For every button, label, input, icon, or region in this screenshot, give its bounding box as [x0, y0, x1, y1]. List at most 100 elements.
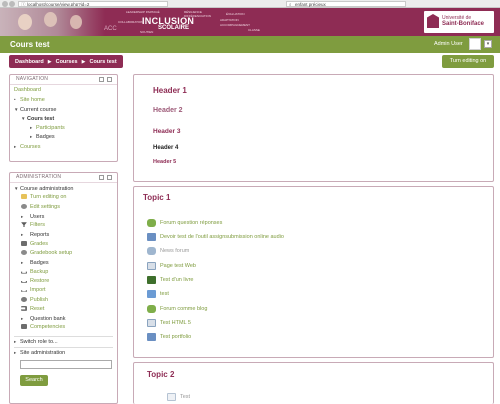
browser-toolbar: ⓘ localhost/course/view.php?id=2 ⌕ enfan…: [0, 0, 500, 8]
course-header-bar: Cours test Admin User ▾: [0, 36, 500, 53]
nav-item-dashboard[interactable]: Dashboard: [14, 86, 117, 95]
topic-2-section: Topic 2 Test: [133, 362, 494, 404]
activity-portfolio[interactable]: Test portfolio: [147, 333, 191, 343]
admin-search-input[interactable]: [20, 360, 112, 370]
banner-wordcloud: LEADERSHIP PARTAGÉ RÉSILIENCE ÉVALUATION…: [104, 10, 288, 34]
wordcloud-word: LEADERSHIP PARTAGÉ: [126, 10, 160, 14]
browser-search-field[interactable]: ⌕ enfant précieux: [286, 1, 406, 7]
breadcrumb-courses[interactable]: Courses: [56, 59, 78, 65]
competency-icon: [21, 324, 27, 330]
admin-item-gradebook-setup[interactable]: Gradebook setup: [14, 249, 117, 258]
activity-news-forum[interactable]: News forum: [147, 247, 189, 257]
forward-icon[interactable]: [9, 1, 15, 7]
wordcloud-scolaire: SCOLAIRE: [158, 25, 190, 31]
user-menu-toggle-icon[interactable]: ▾: [484, 40, 492, 48]
university-logo[interactable]: Université de Saint-Boniface: [424, 11, 494, 33]
administration-title: ADMINISTRATION: [16, 174, 62, 180]
activity-html5[interactable]: Test HTML 5: [147, 319, 191, 329]
back-icon[interactable]: [2, 1, 8, 7]
navigation-title: NAVIGATION: [16, 76, 49, 82]
activity-forum-question[interactable]: Forum question réponses: [147, 219, 222, 229]
navigation-block: NAVIGATION Dashboard • Site home ▼ Current…: [9, 74, 118, 162]
topic-2-title: Topic 2: [147, 370, 175, 379]
forum-icon: [147, 305, 156, 313]
activity-page-web[interactable]: Page test Web: [147, 262, 196, 272]
table-icon: [21, 240, 27, 246]
wordcloud-word: COLLABORATION: [118, 20, 144, 24]
nav-item-courses[interactable]: ▸ Courses: [14, 142, 117, 151]
admin-item-import[interactable]: Import: [14, 286, 117, 295]
avatar[interactable]: [469, 38, 481, 50]
admin-item-edit-settings[interactable]: Edit settings: [14, 203, 117, 212]
banner-child-face: [18, 14, 32, 30]
nav-item-badges[interactable]: ▸ Badges: [14, 132, 117, 141]
upload-icon: [21, 271, 27, 274]
admin-item-reports[interactable]: ▸ Reports: [14, 230, 117, 239]
filter-icon: [21, 222, 27, 228]
activity-assignment-audio[interactable]: Devoir test de l'outil assignsubmission …: [147, 233, 284, 243]
admin-item-grades[interactable]: Grades: [14, 240, 117, 249]
address-text: localhost/course/view.php?id=2: [27, 2, 90, 7]
header-4: Header 4: [153, 145, 179, 151]
header-3: Header 3: [153, 128, 181, 135]
nav-item-participants[interactable]: ▸ Participants: [14, 123, 117, 132]
import-icon: [21, 290, 27, 293]
collapse-icon[interactable]: [107, 77, 112, 82]
chevron-right-icon: ▸: [21, 260, 24, 266]
admin-item-turn-editing[interactable]: Turn editing on: [14, 193, 117, 202]
activity-folder[interactable]: test: [147, 290, 169, 300]
administration-block: ADMINISTRATION ▼ Course administration Tu…: [9, 172, 118, 404]
assignment-icon: [147, 333, 156, 341]
turn-editing-on-button[interactable]: Turn editing on: [442, 55, 494, 68]
assignment-icon: [147, 233, 156, 241]
course-summary: Header 1 Header 2 Header 3 Header 4 Head…: [133, 74, 494, 182]
admin-item-filters[interactable]: Filters: [14, 221, 117, 230]
university-crest-icon: [427, 14, 439, 28]
admin-item-users[interactable]: ▸ Users: [14, 212, 117, 221]
forum-icon: [147, 247, 156, 255]
nav-item-current-course[interactable]: ▼ Current course: [14, 105, 117, 114]
admin-item-question-bank[interactable]: ▸ Question bank: [14, 314, 117, 323]
nav-item-course[interactable]: ▼ Cours test: [14, 114, 117, 123]
breadcrumb-separator-icon: ▶: [81, 58, 86, 65]
course-administration[interactable]: ▼ Course administration: [14, 184, 117, 193]
page-icon: [167, 393, 176, 401]
breadcrumb-current[interactable]: Cours test: [89, 59, 116, 65]
wordcloud-word: ÉVALUATION: [226, 12, 245, 16]
info-icon: ⓘ: [21, 2, 26, 7]
block-header: NAVIGATION: [10, 75, 117, 85]
header-5: Header 5: [153, 159, 177, 165]
chevron-right-icon: ▸: [21, 232, 24, 238]
activity-forum-blog[interactable]: Forum comme blog: [147, 305, 207, 315]
breadcrumb-dashboard[interactable]: Dashboard: [15, 59, 44, 65]
user-name[interactable]: Admin User: [434, 41, 463, 47]
site-administration[interactable]: ▸ Site administration: [14, 348, 117, 357]
collapse-icon[interactable]: [107, 175, 112, 180]
dock-icon[interactable]: [99, 77, 104, 82]
wordcloud-word: CLASSE: [248, 28, 260, 32]
logo-line-2: Saint-Boniface: [442, 21, 485, 27]
wordcloud-word: ACCOMPAGNEMENT: [220, 23, 250, 27]
switch-role[interactable]: ▸ Switch role to...: [14, 337, 117, 346]
admin-item-backup[interactable]: Backup: [14, 268, 117, 277]
breadcrumb: Dashboard ▶ Courses ▶ Cours test: [9, 55, 123, 68]
dock-icon[interactable]: [99, 175, 104, 180]
browser-search-text: enfant précieux: [295, 2, 326, 7]
page-title: Cours test: [10, 40, 50, 49]
nav-item-site-home[interactable]: • Site home: [14, 95, 117, 104]
address-bar[interactable]: ⓘ localhost/course/view.php?id=2: [18, 1, 168, 7]
activity-test-page[interactable]: Test: [167, 393, 190, 403]
admin-item-competencies[interactable]: Competencies: [14, 323, 117, 332]
header-2: Header 2: [153, 107, 183, 114]
book-icon: [147, 276, 156, 284]
chevron-right-icon: ▸: [21, 213, 24, 219]
activity-book[interactable]: Test d'un livre: [147, 276, 193, 286]
admin-item-restore[interactable]: Restore: [14, 277, 117, 286]
admin-search-button[interactable]: Search: [20, 375, 48, 387]
chevron-right-icon: ▸: [21, 316, 24, 322]
breadcrumb-separator-icon: ▶: [47, 58, 52, 65]
admin-item-badges[interactable]: ▸ Badges: [14, 258, 117, 267]
admin-item-publish[interactable]: Publish: [14, 296, 117, 305]
admin-item-reset[interactable]: Reset: [14, 305, 117, 314]
gear-icon: [21, 250, 27, 256]
